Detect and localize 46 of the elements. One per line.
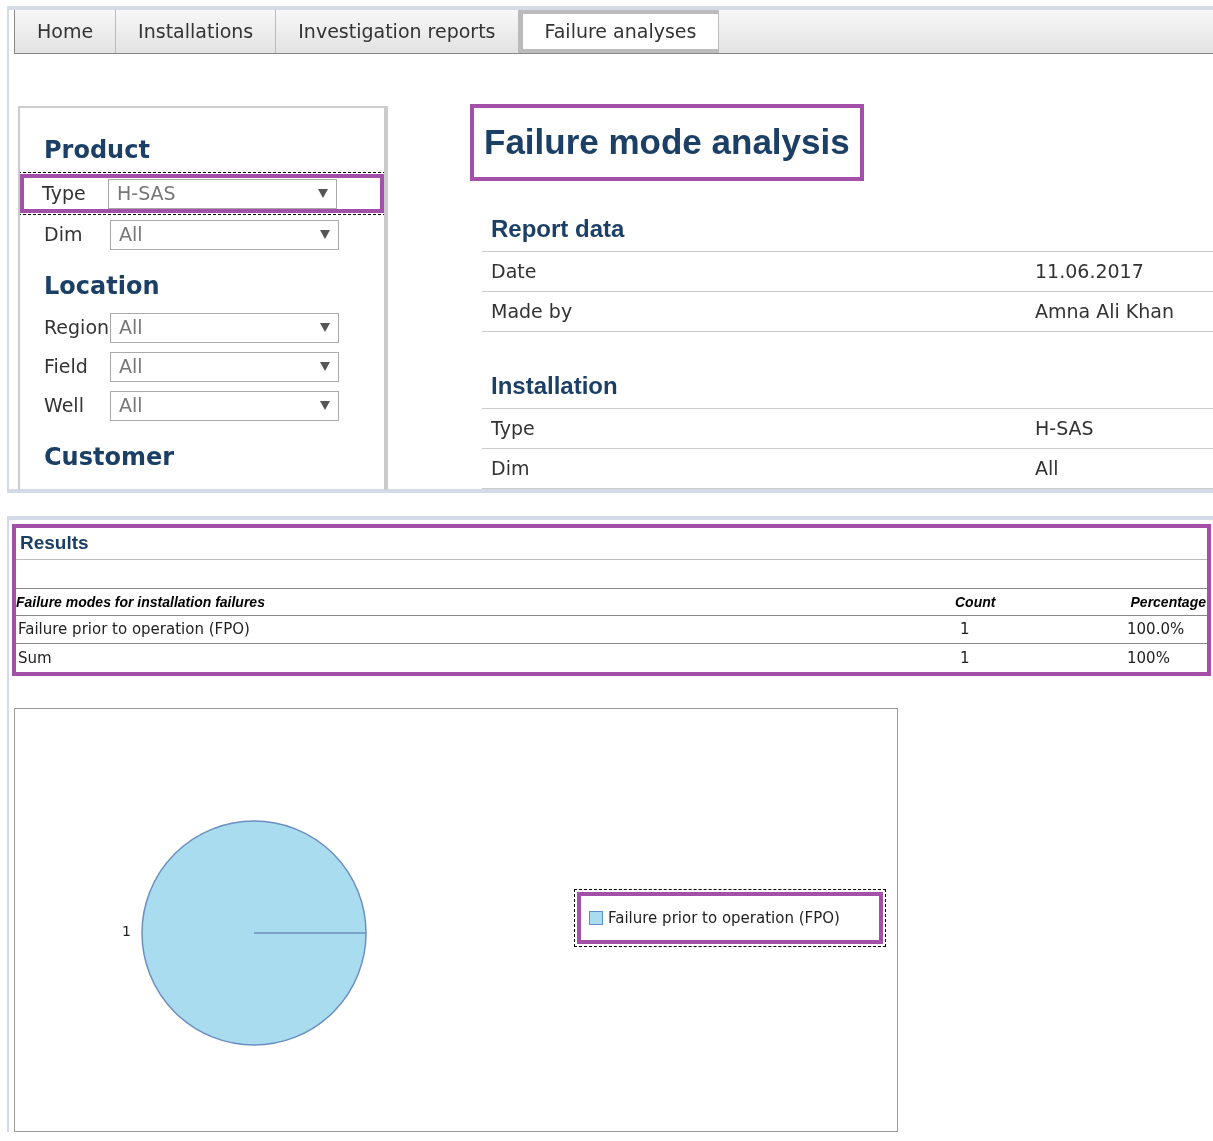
column-header: Count	[955, 592, 997, 612]
table-cell-text: 1	[960, 619, 971, 641]
results-title: Results	[16, 528, 1207, 560]
caret-icon	[320, 323, 330, 332]
legend-swatch	[589, 911, 603, 925]
nav-tab[interactable]: Investigation reports	[276, 10, 519, 53]
section-heading: Installation	[482, 367, 1213, 409]
nav-tab[interactable]: Failure analyses	[518, 10, 720, 53]
section-heading: Customer	[43, 442, 176, 473]
field-label: Field	[43, 354, 89, 380]
section-heading: Report data	[482, 210, 1213, 252]
dropdown[interactable]: All	[110, 351, 339, 382]
caret-icon	[318, 189, 328, 198]
info-value: Amna Ali Khan	[1035, 298, 1174, 324]
section-heading: Product	[43, 135, 151, 166]
info-value: All	[1035, 455, 1059, 481]
table-cell-text: Sum	[17, 647, 53, 669]
data-label: 1	[122, 922, 131, 941]
dropdown[interactable]: All	[110, 219, 339, 250]
caret-icon	[320, 362, 330, 371]
legend-label: Failure prior to operation (FPO)	[608, 907, 840, 929]
table-cell-text: 1	[960, 647, 971, 669]
dropdown[interactable]: All	[110, 390, 339, 421]
nav-tab[interactable]: Home	[15, 10, 117, 53]
nav-tab[interactable]: Installations	[116, 10, 277, 53]
info-value: H-SAS	[1035, 415, 1094, 441]
caret-icon	[320, 401, 330, 410]
caret-icon	[320, 230, 330, 239]
info-label: Type	[490, 415, 536, 441]
info-label: Date	[490, 258, 538, 284]
table-cell-text: 100%	[1127, 647, 1170, 669]
table-cell-text: 100.0%	[1127, 619, 1185, 641]
info-value: 11.06.2017	[1035, 258, 1144, 284]
field-label: Type	[41, 181, 87, 207]
field-label: Region	[43, 315, 110, 341]
table-cell-text: Failure prior to operation (FPO)	[17, 619, 251, 641]
dropdown[interactable]: All	[110, 312, 339, 343]
column-header: Failure modes for installation failures	[16, 592, 266, 612]
dropdown[interactable]: H-SAS	[108, 178, 337, 209]
info-label: Dim	[490, 455, 531, 481]
page-title: Failure mode analysis	[470, 104, 864, 181]
field-label: Dim	[43, 222, 84, 248]
section-heading: Location	[43, 271, 161, 302]
field-label: Well	[43, 393, 85, 419]
column-header: Percentage	[1129, 592, 1207, 612]
info-label: Made by	[490, 298, 574, 324]
